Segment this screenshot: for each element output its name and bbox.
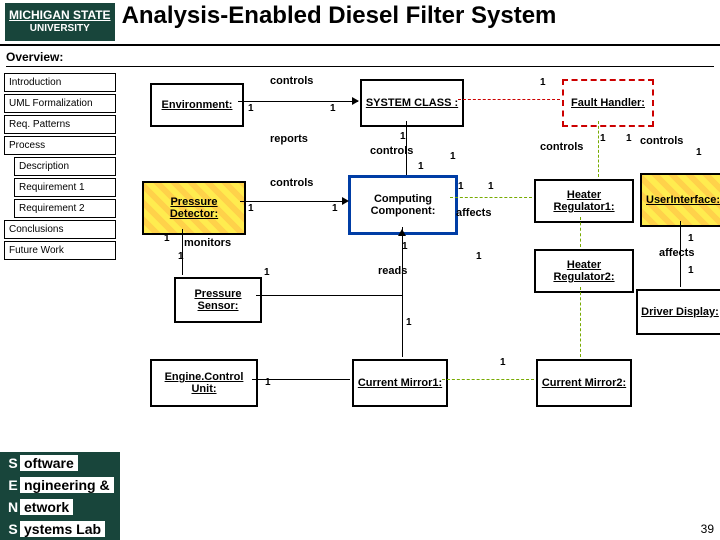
footer-y-rest: ystems Lab [20,521,105,537]
sidebar: Introduction UML Formalization Req. Patt… [0,73,120,503]
edge-reports: reports [270,133,308,145]
logo-top: MICHIGAN STATE [9,9,111,21]
nav-patterns[interactable]: Req. Patterns [4,115,116,134]
label-computing-component: Computing Component: [353,193,453,217]
label-user-interface: UserInterface: [646,194,720,206]
mult-1h: 1 [626,133,632,144]
mult-1r: 1 [688,233,694,244]
box-heater-reg2: Heater Regulator2: [534,249,634,293]
mult-1s: 1 [688,265,694,276]
box-pressure-detector: Pressure Detector: [142,181,246,235]
label-system-class: SYSTEM CLASS : [366,97,458,109]
box-current-mirror2: Current Mirror2: [536,359,632,407]
edge-controls-4: controls [640,135,683,147]
edge-controls-5: controls [270,177,313,189]
mult-1k: 1 [332,203,338,214]
footer-e: E [6,476,20,494]
edge-affects-2: affects [659,247,694,259]
mult-1b: 1 [248,103,254,114]
label-cm1: Current Mirror1: [358,377,442,389]
label-pressure-detector: Pressure Detector: [146,196,242,220]
mult-1u: 1 [406,317,412,328]
box-user-interface: UserInterface: [640,173,720,227]
box-computing-component: Computing Component: [348,175,458,235]
footer-s: S [6,454,20,472]
label-pressure-sensor: Pressure Sensor: [178,288,258,312]
mult-1j: 1 [248,203,254,214]
nav-process[interactable]: Process [4,136,116,155]
footer-n: N [6,498,20,516]
mult-1t: 1 [264,267,270,278]
footer-s-rest: oftware [20,455,78,471]
box-fault-handler: Fault Handler: [562,79,654,127]
edge-affects-1: affects [456,207,491,219]
label-fault-handler: Fault Handler: [571,97,645,109]
label-ecu: Engine.Control Unit: [154,371,254,395]
footer-e-rest: ngineering & [20,477,114,493]
nav-req2[interactable]: Requirement 2 [14,199,116,218]
mult-1a: 1 [540,77,546,88]
mult-1e: 1 [418,161,424,172]
nav-req1[interactable]: Requirement 1 [14,178,116,197]
footer-y: S [6,520,20,538]
footer-n-rest: etwork [20,499,73,515]
nav-description[interactable]: Description [14,157,116,176]
mult-1i: 1 [696,147,702,158]
edge-controls-1: controls [270,75,313,87]
nav-conclusions[interactable]: Conclusions [4,220,116,239]
mult-1w: 1 [500,357,506,368]
box-heater-reg1: Heater Regulator1: [534,179,634,223]
box-environment: Environment: [150,83,244,127]
edge-controls-3: controls [540,141,583,153]
box-pressure-sensor: Pressure Sensor: [174,277,262,323]
label-heater-reg2: Heater Regulator2: [538,259,630,283]
mult-1l: 1 [458,181,464,192]
mult-1n: 1 [164,233,170,244]
logo-bottom: UNIVERSITY [9,23,111,35]
mult-1f: 1 [450,151,456,162]
nav-future[interactable]: Future Work [4,241,116,260]
footer-lab: Software Engineering & Network Systems L… [0,452,120,540]
box-system-class: SYSTEM CLASS : [360,79,464,127]
page-title: Analysis-Enabled Diesel Filter System [122,2,557,30]
box-driver-display: Driver Display: [636,289,720,335]
label-cm2: Current Mirror2: [542,377,626,389]
nav-introduction[interactable]: Introduction [4,73,116,92]
msu-logo: MICHIGAN STATE UNIVERSITY [4,2,116,42]
nav-uml[interactable]: UML Formalization [4,94,116,113]
mult-1c: 1 [330,103,336,114]
section-overview: Overview: [6,50,714,67]
box-ecu: Engine.Control Unit: [150,359,258,407]
mult-1m: 1 [488,181,494,192]
label-heater-reg1: Heater Regulator1: [538,189,630,213]
label-driver-display: Driver Display: [641,306,719,318]
label-environment: Environment: [162,99,233,111]
diagram-canvas: Environment: SYSTEM CLASS : Fault Handle… [120,73,720,503]
edge-monitors: monitors [184,237,231,249]
box-current-mirror1: Current Mirror1: [352,359,448,407]
page-number: 39 [701,522,714,536]
mult-1g: 1 [600,133,606,144]
mult-1d: 1 [400,131,406,142]
mult-1q: 1 [476,251,482,262]
